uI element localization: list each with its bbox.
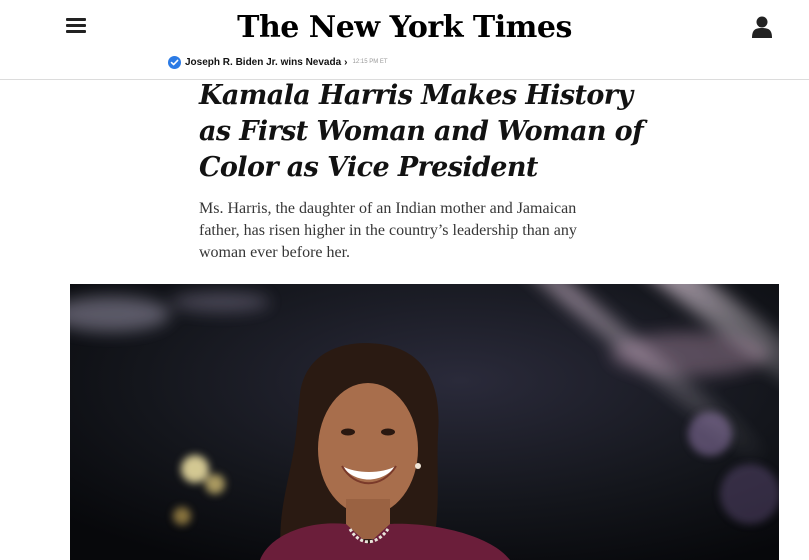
article-summary: Ms. Harris, the daughter of an Indian mo…: [199, 200, 577, 261]
photo-scene: [70, 284, 779, 560]
article-headline[interactable]: Kamala Harris Makes History as First Wom…: [199, 78, 669, 186]
article-photo: [70, 284, 779, 560]
check-circle-icon: [168, 55, 181, 69]
breaking-news-bar: Joseph R. Biden Jr. wins Nevada › 12:15 …: [0, 50, 809, 80]
chevron-right-icon: ›: [344, 56, 348, 68]
site-logo[interactable]: The New York Times: [0, 8, 809, 48]
breaking-news-link[interactable]: Joseph R. Biden Jr. wins Nevada › 12:15 …: [168, 55, 388, 69]
site-header: The New York Times: [0, 0, 809, 50]
breaking-news-text[interactable]: Joseph R. Biden Jr. wins Nevada: [185, 57, 341, 68]
breaking-news-timestamp: 12:15 PM ET: [352, 59, 388, 65]
user-account-icon[interactable]: [751, 15, 773, 39]
